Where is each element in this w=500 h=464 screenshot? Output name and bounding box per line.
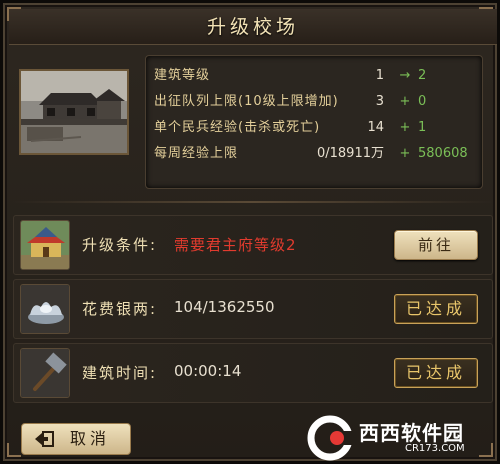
training-ground-thumbnail xyxy=(19,69,129,155)
upgrade-dialog: 升级校场 建筑等级 1 → 2 出征队列上限(10级上限增加) 3 + 0 单个… xyxy=(0,0,500,464)
stat-label: 出征队列上限(10级上限增加) xyxy=(154,94,339,109)
silver-ingot-icon xyxy=(20,284,70,334)
arrow-right-icon: → xyxy=(399,68,411,83)
stat-current-value: 3 xyxy=(375,94,384,109)
training-ground-icon xyxy=(21,71,127,153)
requirement-label: 升级条件: xyxy=(82,236,158,254)
back-arrow-icon xyxy=(35,431,54,447)
stat-row-weekly-exp-cap: 每周经验上限 0/18911万 + 580608 xyxy=(146,142,484,166)
goto-button[interactable]: 前往 xyxy=(394,230,478,260)
stat-row-march-queue: 出征队列上限(10级上限增加) 3 + 0 xyxy=(146,90,484,114)
requirement-row-build-time: 建筑时间: 00:00:14 已达成 xyxy=(13,343,493,403)
requirement-value: 104/1362550 xyxy=(174,298,275,316)
stat-row-building-level: 建筑等级 1 → 2 xyxy=(146,64,484,88)
stat-current-value: 1 xyxy=(375,68,384,83)
completed-badge: 已达成 xyxy=(394,294,478,324)
stat-next-value: 2 xyxy=(418,68,427,83)
dialog-title-bar: 升级校场 xyxy=(9,9,497,45)
dialog-title: 升级校场 xyxy=(206,16,299,38)
upgrade-stats-panel: 建筑等级 1 → 2 出征队列上限(10级上限增加) 3 + 0 单个民兵经验(… xyxy=(145,55,483,189)
plus-icon: + xyxy=(399,146,411,161)
requirement-value: 00:00:14 xyxy=(174,362,242,380)
requirement-label: 建筑时间: xyxy=(82,364,158,382)
stat-label: 建筑等级 xyxy=(154,68,211,83)
stat-current-value: 0/18911万 xyxy=(316,146,384,161)
requirement-label: 花费银两: xyxy=(82,300,158,318)
cancel-button[interactable]: 取消 xyxy=(21,423,131,455)
completed-badge: 已达成 xyxy=(394,358,478,388)
hammer-icon xyxy=(20,348,70,398)
stat-increase-value: 1 xyxy=(418,120,427,135)
stat-increase-value: 0 xyxy=(418,94,427,109)
plus-icon: + xyxy=(399,94,411,109)
stat-current-value: 14 xyxy=(367,120,384,135)
stat-increase-value: 580608 xyxy=(418,146,468,161)
palace-icon xyxy=(20,220,70,270)
cancel-label: 取消 xyxy=(70,429,111,448)
site-watermark: 西西软件园 CR173.COM xyxy=(307,415,483,461)
section-divider xyxy=(13,201,493,203)
stat-label: 单个民兵经验(击杀或死亡) xyxy=(154,120,321,135)
requirement-row-silver: 花费银两: 104/1362550 已达成 xyxy=(13,279,493,339)
requirement-row-lord-mansion: 升级条件: 需要君主府等级2 前往 xyxy=(13,215,493,275)
watermark-text: 西西软件园 xyxy=(359,421,464,445)
frame-corner xyxy=(7,443,21,457)
requirement-value: 需要君主府等级2 xyxy=(174,236,297,254)
stat-row-militia-exp: 单个民兵经验(击杀或死亡) 14 + 1 xyxy=(146,116,484,140)
plus-icon: + xyxy=(399,120,411,135)
stat-label: 每周经验上限 xyxy=(154,146,239,161)
watermark-logo-icon xyxy=(307,415,357,461)
watermark-url: CR173.COM xyxy=(405,443,465,454)
